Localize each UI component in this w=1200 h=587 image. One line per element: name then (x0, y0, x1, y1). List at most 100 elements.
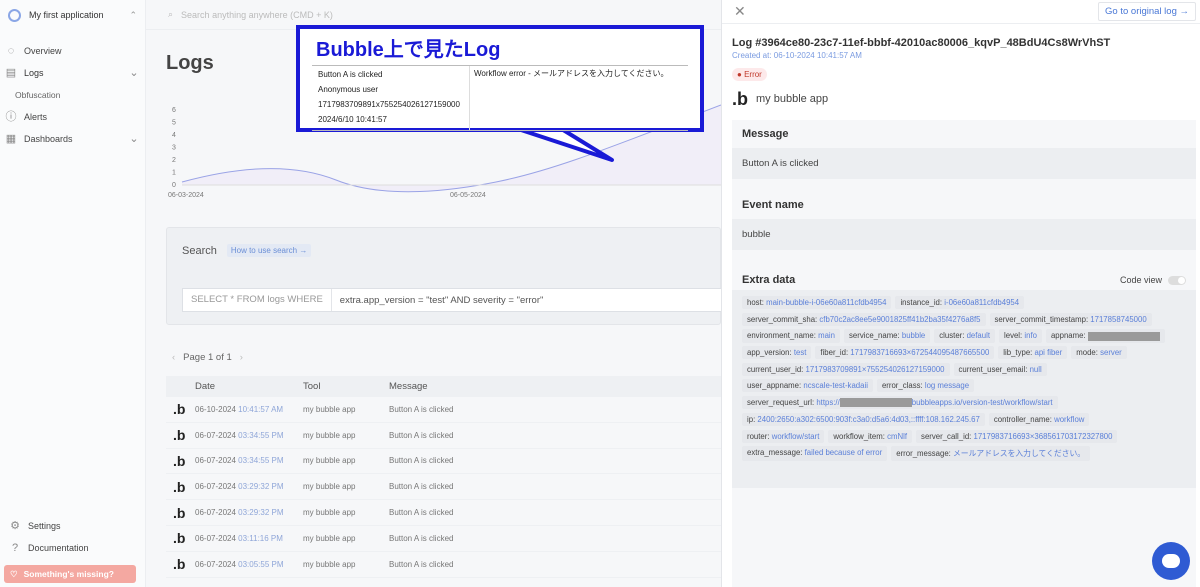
extra-value: cmNlf (887, 431, 908, 441)
row-date-time: 10:41:57 AM (238, 404, 284, 414)
extra-chip[interactable]: router: workflow/start (742, 429, 825, 443)
go-to-original-log-button[interactable]: Go to original log → (1098, 2, 1196, 21)
extra-chip[interactable]: controller_name: workflow (988, 413, 1090, 427)
extra-value: 1717858745000 (1090, 314, 1147, 324)
row-date: 06-07-2024 03:11:16 PM (195, 534, 303, 543)
bubble-logo-icon: .b (173, 504, 186, 521)
extra-value: cfb70c2ac8ee5e9001825ff41b2ba35f4276a8f5 (819, 314, 981, 324)
extra-key: ip: (747, 415, 758, 425)
extra-chip[interactable]: error_class: log message (876, 379, 975, 393)
y-tick-2: 2 (172, 157, 176, 164)
close-icon[interactable]: ✕ (734, 3, 746, 20)
bubble-logo-icon: .b (173, 478, 186, 495)
y-tick-4: 4 (172, 132, 176, 139)
app-switcher[interactable]: My first application ⌃ (0, 0, 145, 30)
extra-key: user_appname: (747, 381, 804, 391)
search-help-link[interactable]: How to use search → (226, 244, 312, 257)
extra-chip[interactable]: extra_message: failed because of error (742, 446, 888, 462)
row-message: Button A is clicked (389, 508, 454, 518)
row-tool: my bubble app (303, 559, 356, 569)
table-row[interactable]: .b 06-07-2024 03:29:32 PM my bubble app But… (166, 474, 721, 501)
global-search-placeholder: Search anything anywhere (CMD + K) (181, 9, 333, 20)
table-header: Date Tool Message (166, 376, 721, 397)
row-date: 06-07-2024 03:29:32 PM (195, 508, 303, 517)
table-row[interactable]: .b 06-07-2024 03:34:55 PM my bubble app But… (166, 449, 721, 475)
extra-chip[interactable]: instance_id: i-06e60a811cfdb4954 (895, 296, 1025, 309)
table-row[interactable]: .b 06-10-2024 10:41:57 AM my bubble app But… (166, 397, 721, 423)
message-title: Message (742, 128, 789, 140)
extra-chip[interactable]: mode: server (1071, 346, 1127, 360)
extra-chip[interactable]: environment_name: main (742, 329, 840, 343)
extra-chip[interactable]: cluster: default (934, 329, 995, 343)
prev-page-icon[interactable]: ‹ (172, 352, 175, 363)
extra-key: service_name: (848, 331, 902, 341)
sidebar-item-logs[interactable]: ▤ Logs ⌄ (0, 62, 145, 84)
log-detail-body: Message Button A is clicked Event name b… (732, 120, 1196, 587)
table-row[interactable]: .b 06-07-2024 03:11:16 PM my bubble app But… (166, 526, 721, 552)
callout-error-text: Workflow error - メールアドレスを入力してください。 (474, 69, 669, 78)
extra-key: lib_type: (1003, 348, 1035, 358)
extra-chip[interactable]: current_user_email: null (953, 362, 1047, 376)
extra-chip[interactable]: server_request_url: https:// bubbleapps.i… (742, 396, 1058, 410)
extra-key: current_user_id: (747, 364, 806, 374)
severity-badge: ● Error (732, 68, 767, 81)
callout-line: Button A is clicked (318, 70, 383, 79)
search-help-label: How to use search (230, 246, 298, 255)
row-tool: my bubble app (303, 482, 356, 492)
extra-chip[interactable]: lib_type: api fiber (998, 346, 1068, 360)
chevron-down-icon: ⌄ (129, 133, 139, 145)
next-page-icon[interactable]: › (240, 352, 243, 363)
extra-chip[interactable]: app_version: test (742, 346, 812, 360)
sidebar-item-documentation[interactable]: ? Documentation (4, 537, 142, 559)
sidebar-subitem-obfuscation[interactable]: Obfuscation (0, 84, 145, 106)
bubble-logo-icon: .b (732, 89, 748, 109)
table-row[interactable]: .b 06-07-2024 03:34:55 PM my bubble app But… (166, 423, 721, 449)
extra-chip[interactable]: fiber_id: 1717983716693×6725440954876655… (815, 346, 995, 360)
extra-chip[interactable]: ip: 2400:2650:a302:6500:903f:c3a0:d5a6:4… (742, 413, 985, 427)
query-input[interactable]: SELECT * FROM logs WHERE extra.app_versi… (182, 288, 722, 312)
query-panel: Search How to use search → SELECT * FROM… (166, 227, 722, 325)
extra-key: server_call_id: (921, 431, 974, 441)
table-row[interactable]: .b 06-07-2024 03:29:32 PM my bubble app But… (166, 500, 721, 526)
sidebar-item-settings[interactable]: ⚙ Settings (4, 515, 142, 537)
extra-value: 1717983709891×755254026127159000 (805, 364, 945, 374)
row-tool: my bubble app (303, 430, 356, 440)
extra-key: controller_name: (993, 415, 1055, 425)
extra-chip[interactable]: server_commit_timestamp: 1717858745000 (989, 312, 1152, 326)
sidebar-item-dashboards[interactable]: ▦ Dashboards ⌄ (0, 128, 145, 150)
code-view-toggle[interactable]: Code view (1120, 275, 1186, 285)
extra-chip[interactable]: server_call_id: 1717983716693×3685617031… (916, 429, 1118, 443)
extra-value: null (1029, 364, 1042, 374)
row-message: Button A is clicked (389, 533, 454, 543)
extra-chip[interactable]: appname: (1045, 329, 1165, 343)
table-row[interactable]: .b 06-07-2024 03:05:55 PM my bubble app But… (166, 552, 721, 578)
chat-button[interactable] (1152, 542, 1190, 580)
extra-key: workflow_item: (833, 431, 888, 441)
row-message: Button A is clicked (389, 482, 454, 492)
toggle-switch[interactable] (1168, 275, 1186, 285)
extra-chip[interactable]: level: info (999, 329, 1042, 343)
extra-key: current_user_email: (958, 364, 1030, 374)
sidebar-item-label: Documentation (28, 543, 89, 553)
extra-chip[interactable]: service_name: bubble (843, 329, 931, 343)
extra-chip[interactable]: workflow_item: cmNlf (828, 429, 913, 443)
extra-value: log message (924, 381, 970, 391)
extra-key: cluster: (939, 331, 967, 341)
extra-row: server_commit_sha: cfb70c2ac8ee5e9001825… (742, 312, 1186, 326)
callout-line: 1717983709891x755254026127159000 (318, 100, 460, 109)
row-date-time: 03:05:55 PM (238, 559, 284, 569)
sidebar-item-overview[interactable]: ◌ Overview (0, 40, 145, 62)
extra-chip[interactable]: user_appname: ncscale-test-kadaii (742, 379, 873, 393)
row-message: Button A is clicked (389, 456, 454, 466)
extra-chip[interactable]: error_message: メールアドレスを入力してください。 (891, 446, 1091, 462)
sidebar-item-alerts[interactable]: ⓘ Alerts (0, 106, 145, 128)
log-app: .b my bubble app (732, 90, 828, 108)
extra-chip[interactable]: server_commit_sha: cfb70c2ac8ee5e9001825… (742, 312, 986, 326)
feedback-button[interactable]: ♡ Something's missing? (4, 565, 136, 583)
message-value: Button A is clicked (732, 148, 1196, 179)
logs-table: Date Tool Message .b 06-10-2024 10:41:57 … (166, 376, 721, 578)
extra-chip[interactable]: host: main-bubble-i-06e60a811cfdb4954 (742, 296, 892, 309)
extra-key: server_commit_sha: (747, 314, 820, 324)
query-value: extra.app_version = "test" AND severity … (339, 294, 544, 306)
extra-chip[interactable]: current_user_id: 1717983709891×755254026… (742, 362, 950, 376)
